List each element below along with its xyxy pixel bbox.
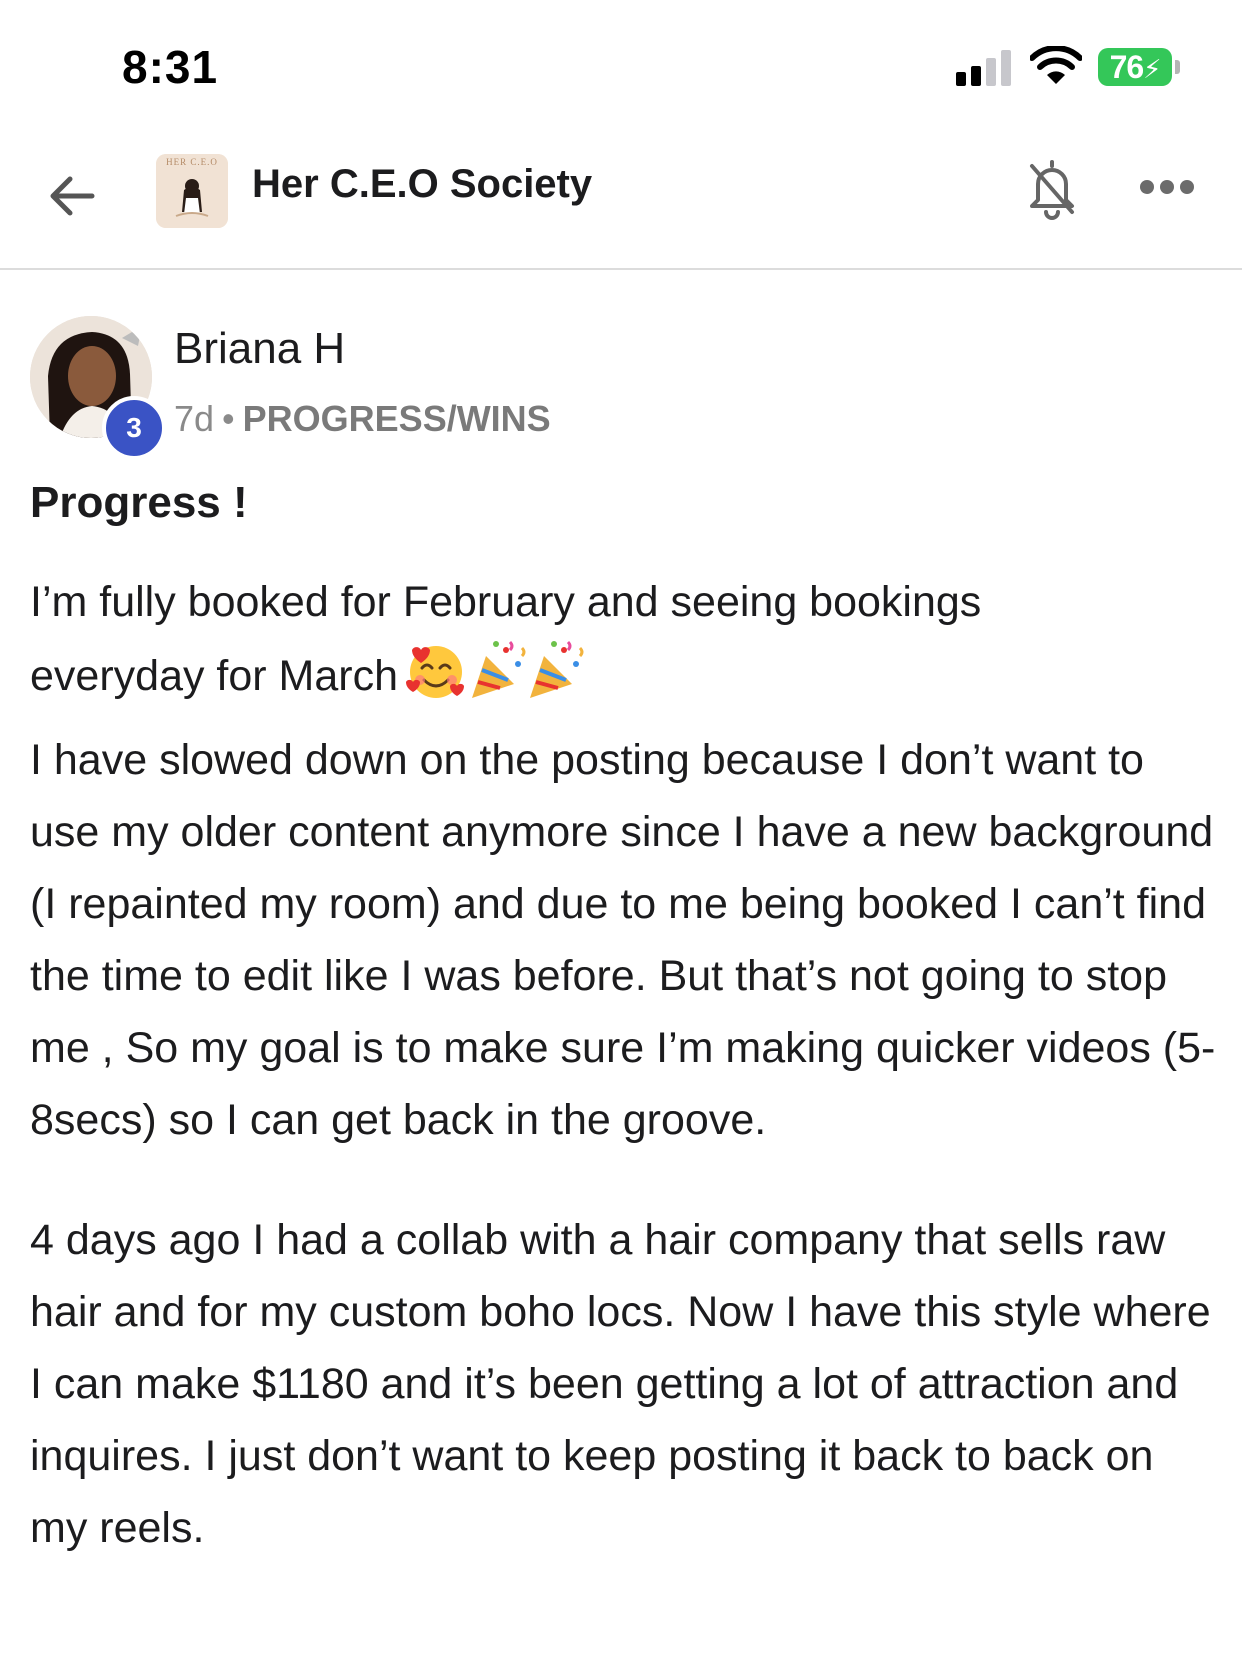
- battery-nub: [1175, 60, 1180, 74]
- bell-off-icon: [1030, 160, 1074, 220]
- meta-separator: •: [222, 398, 235, 439]
- battery-indicator: 76⚡: [1098, 48, 1172, 86]
- post-paragraph-1-rest: I have slowed down on the posting becaus…: [30, 736, 1216, 1144]
- post-age: 7d: [174, 398, 215, 439]
- wifi-icon: [1029, 45, 1083, 86]
- cellular-signal-icon: [956, 50, 1014, 86]
- post-body: I’m fully booked for February and seeing…: [30, 566, 1220, 1564]
- post-line-2: everyday for March: [30, 652, 399, 700]
- post-paragraph-2: 4 days ago I had a collab with a hair co…: [30, 1216, 1211, 1552]
- post-paragraph-1: I’m fully booked for February and seeing…: [30, 566, 1220, 1156]
- group-logo[interactable]: HER C.E.O: [156, 154, 228, 228]
- status-time: 8:31: [122, 41, 219, 93]
- back-button[interactable]: [44, 166, 104, 226]
- battery-level: 76: [1109, 49, 1145, 85]
- more-dot: [1180, 180, 1194, 194]
- smiling-face-with-hearts-icon: [406, 646, 465, 698]
- group-name[interactable]: Her C.E.O Society: [252, 162, 592, 207]
- more-options-button[interactable]: [1140, 178, 1196, 198]
- more-dot: [1140, 180, 1154, 194]
- group-logo-text: HER C.E.O: [166, 157, 218, 167]
- arrow-left-icon: [50, 176, 95, 216]
- charging-bolt-icon: ⚡: [1143, 54, 1161, 84]
- party-popper-icon: [530, 640, 584, 698]
- post-title: Progress !: [30, 478, 248, 527]
- party-popper-icon: [472, 640, 526, 698]
- more-dot: [1160, 180, 1174, 194]
- app-header: HER C.E.O Her C.E.O Society: [0, 140, 1242, 270]
- author-level-badge: 3: [102, 396, 166, 460]
- status-bar: 8:31 76⚡: [0, 0, 1242, 140]
- post-category[interactable]: PROGRESS/WINS: [243, 398, 551, 439]
- post-line-1: I’m fully booked for February and seeing…: [30, 578, 982, 626]
- post-meta: 7d • PROGRESS/WINS: [174, 398, 551, 440]
- notification-toggle-button[interactable]: [1024, 156, 1080, 222]
- emoji-group: [406, 638, 586, 724]
- author-name[interactable]: Briana H: [174, 324, 345, 374]
